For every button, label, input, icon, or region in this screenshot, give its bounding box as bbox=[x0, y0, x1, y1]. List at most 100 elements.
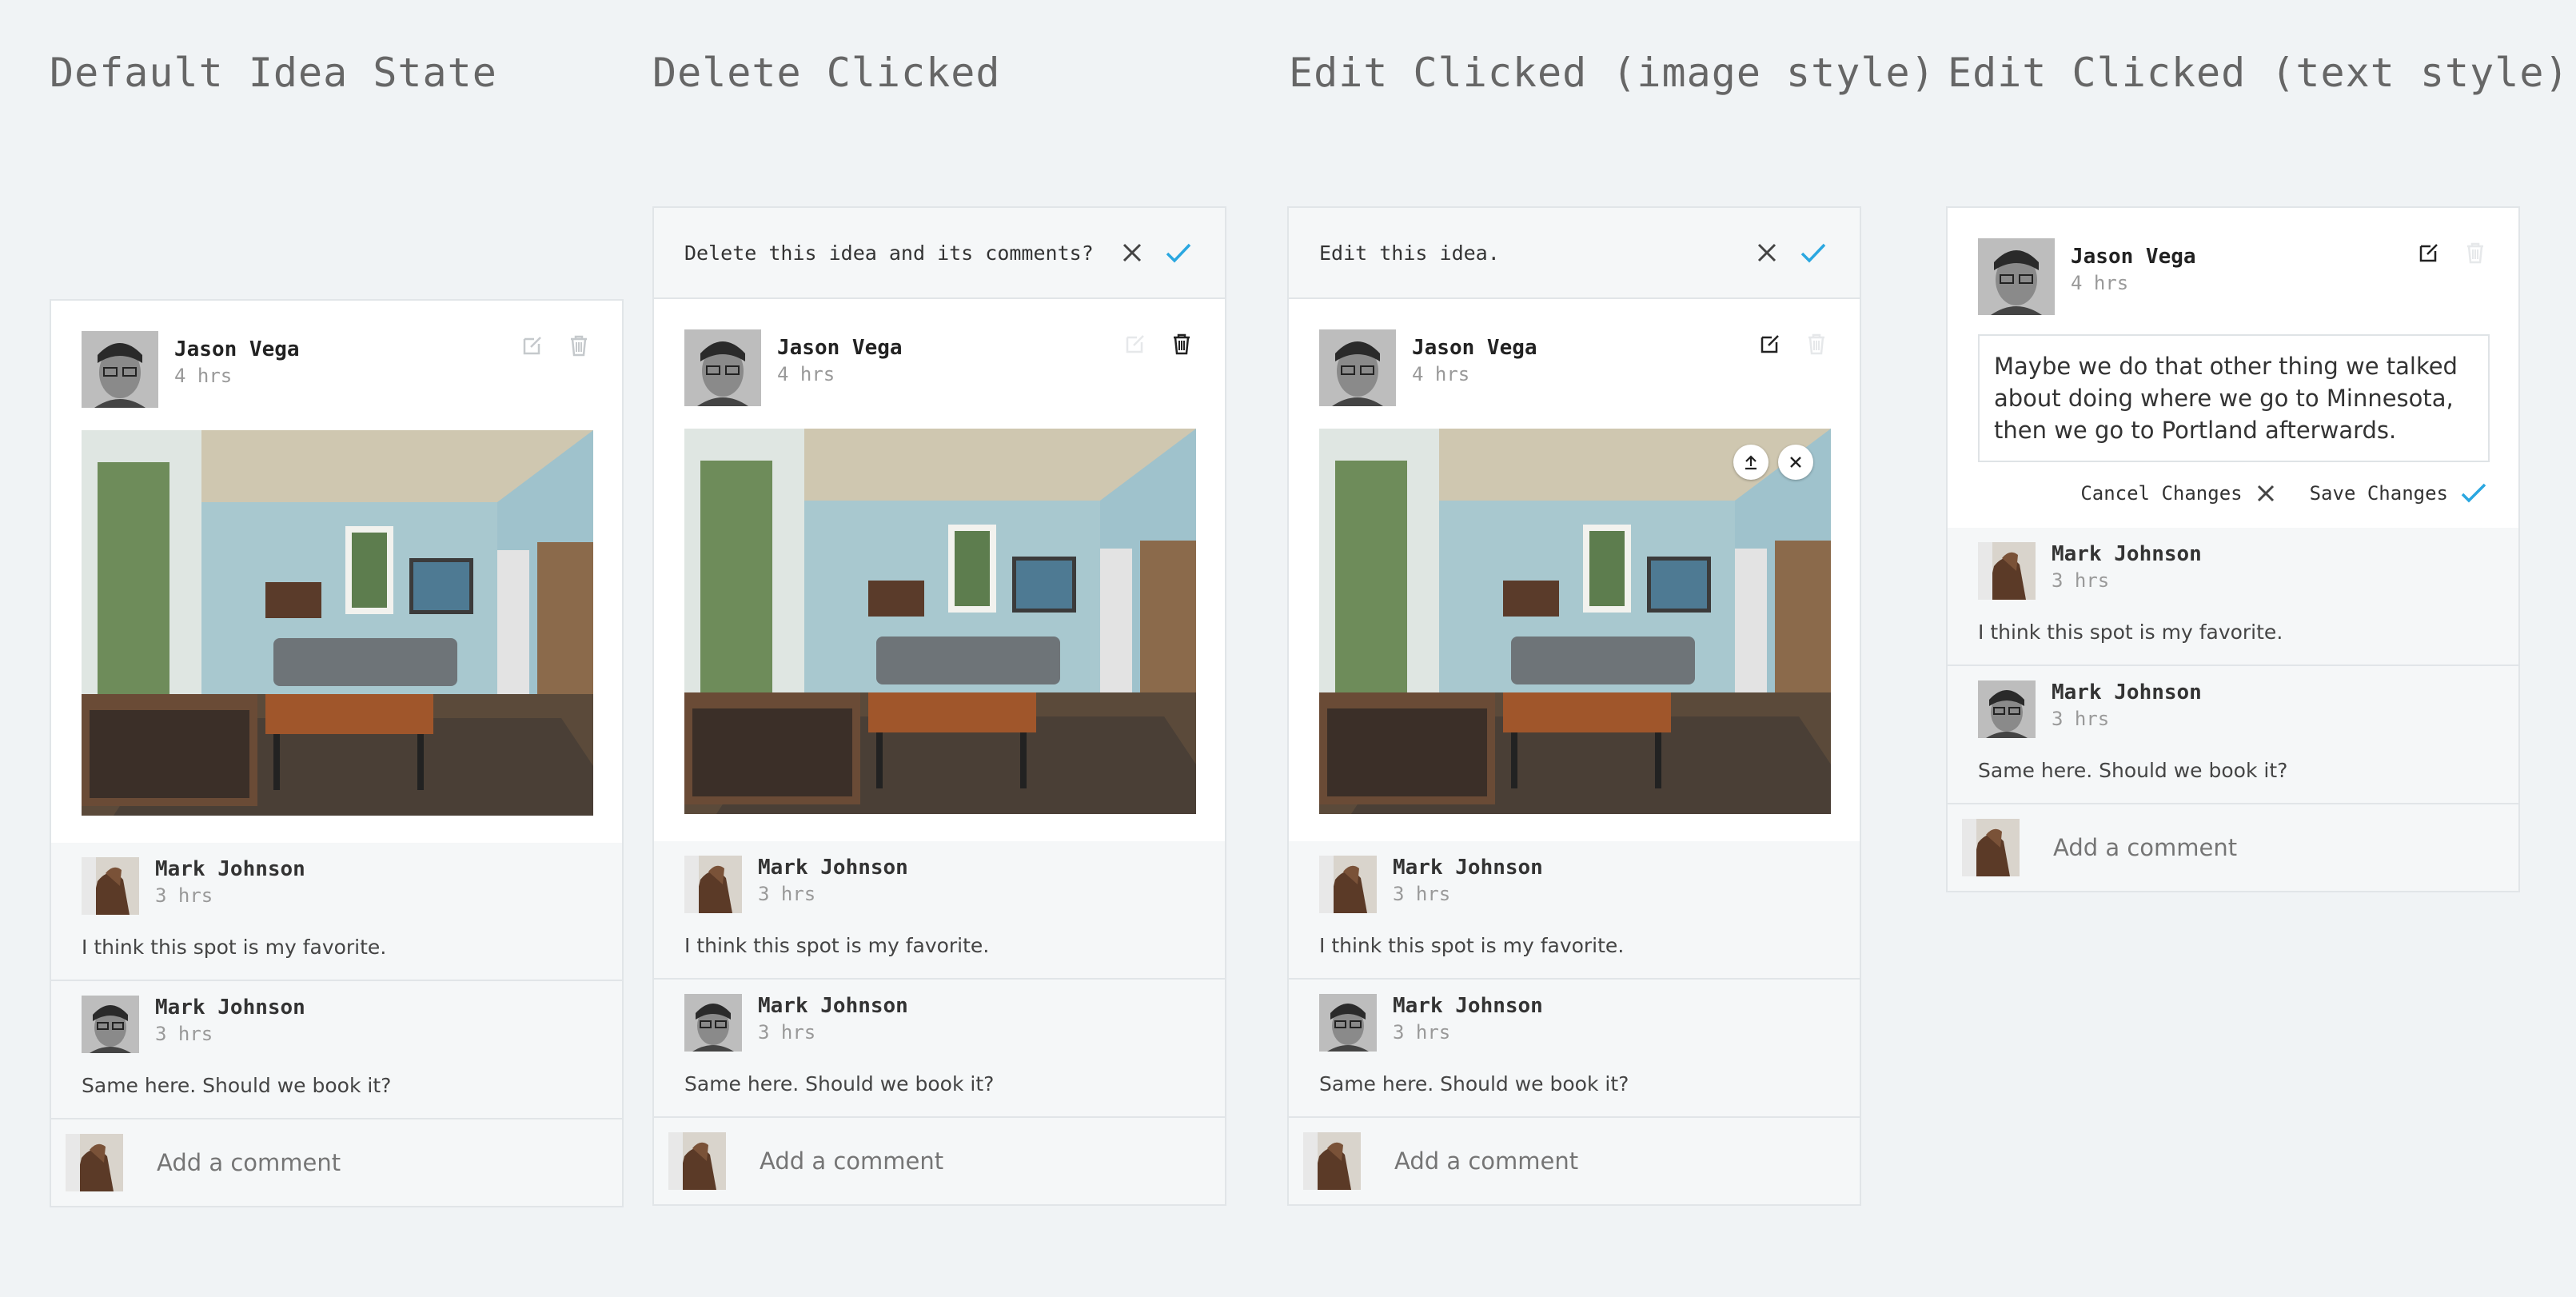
add-comment-input[interactable] bbox=[155, 1148, 574, 1177]
comment: Mark Johnson 3 hrs I think this spot is … bbox=[51, 843, 622, 981]
idea-time: 4 hrs bbox=[777, 363, 835, 385]
upload-icon bbox=[1745, 455, 1757, 470]
avatar bbox=[82, 857, 139, 915]
close-icon bbox=[1790, 457, 1801, 468]
comment-author: Mark Johnson bbox=[758, 994, 908, 1018]
add-comment-input[interactable] bbox=[1393, 1147, 1812, 1175]
comment: Mark Johnson 3 hrs Same here. Should we … bbox=[51, 981, 622, 1119]
idea-author: Jason Vega bbox=[1412, 336, 1537, 360]
comment: Mark Johnson 3 hrs I think this spot is … bbox=[654, 841, 1225, 980]
remove-image-button[interactable] bbox=[1778, 445, 1813, 480]
comment-time: 3 hrs bbox=[155, 1023, 213, 1045]
edit-icon[interactable] bbox=[520, 333, 545, 358]
comment-text: I think this spot is my favorite. bbox=[1319, 934, 1625, 957]
avatar bbox=[1319, 329, 1396, 406]
idea-text-editor[interactable]: Maybe we do that other thing we talked a… bbox=[1978, 334, 2490, 462]
add-comment-row bbox=[1948, 804, 2518, 891]
comment-text: Same here. Should we book it? bbox=[1978, 759, 2288, 782]
comment-author: Mark Johnson bbox=[758, 856, 908, 880]
comment-time: 3 hrs bbox=[1393, 883, 1451, 905]
upload-image-button[interactable] bbox=[1733, 445, 1769, 480]
check-icon[interactable] bbox=[1797, 237, 1829, 269]
avatar bbox=[82, 331, 158, 408]
comment-author: Mark Johnson bbox=[2052, 680, 2202, 704]
idea-image bbox=[684, 429, 1196, 814]
comment-text: I think this spot is my favorite. bbox=[684, 934, 990, 957]
idea-card-edit-image: Edit this idea. Jason Vega 4 hrs Mark Jo… bbox=[1287, 206, 1861, 1206]
edit-icon[interactable] bbox=[2416, 240, 2442, 265]
edit-confirm-bar: Edit this idea. bbox=[1289, 208, 1860, 299]
add-comment-row bbox=[654, 1118, 1225, 1204]
avatar bbox=[684, 329, 761, 406]
add-comment-row bbox=[1289, 1118, 1860, 1204]
idea-time: 4 hrs bbox=[1412, 363, 1470, 385]
column-title-delete: Delete Clicked bbox=[652, 50, 1001, 96]
comment-time: 3 hrs bbox=[758, 883, 816, 905]
avatar bbox=[82, 996, 139, 1053]
comment: Mark Johnson 3 hrs Same here. Should we … bbox=[654, 980, 1225, 1118]
avatar bbox=[1303, 1132, 1361, 1190]
check-icon bbox=[2461, 483, 2486, 503]
comment-text: Same here. Should we book it? bbox=[82, 1074, 392, 1097]
idea-image bbox=[1319, 429, 1831, 814]
edit-confirm-text: Edit this idea. bbox=[1319, 241, 1500, 265]
idea-body: Jason Vega 4 hrs Maybe we do that other … bbox=[1948, 208, 2518, 528]
avatar bbox=[1978, 238, 2055, 315]
comment-time: 3 hrs bbox=[155, 884, 213, 907]
idea-body: Jason Vega 4 hrs bbox=[1289, 299, 1860, 841]
comment-time: 3 hrs bbox=[2052, 708, 2110, 730]
close-icon bbox=[2257, 485, 2274, 502]
comment: Mark Johnson 3 hrs Same here. Should we … bbox=[1289, 980, 1860, 1118]
comment-time: 3 hrs bbox=[2052, 569, 2110, 592]
comment: Mark Johnson 3 hrs I think this spot is … bbox=[1289, 841, 1860, 980]
idea-card-edit-text: Jason Vega 4 hrs Maybe we do that other … bbox=[1946, 206, 2520, 892]
comment-text: I think this spot is my favorite. bbox=[82, 936, 387, 959]
comment-author: Mark Johnson bbox=[1393, 994, 1543, 1018]
comment-time: 3 hrs bbox=[758, 1021, 816, 1044]
comment-text: Same here. Should we book it? bbox=[684, 1072, 995, 1095]
comment-time: 3 hrs bbox=[1393, 1021, 1451, 1044]
comment-author: Mark Johnson bbox=[1393, 856, 1543, 880]
avatar bbox=[1319, 994, 1377, 1052]
avatar bbox=[1962, 819, 2020, 876]
delete-confirm-text: Delete this idea and its comments? bbox=[684, 241, 1094, 265]
close-icon[interactable] bbox=[1751, 237, 1783, 269]
add-comment-input[interactable] bbox=[758, 1147, 1177, 1175]
idea-author: Jason Vega bbox=[777, 336, 903, 360]
column-title-default: Default Idea State bbox=[50, 50, 497, 96]
comment: Mark Johnson 3 hrs Same here. Should we … bbox=[1948, 666, 2518, 804]
avatar bbox=[684, 994, 742, 1052]
cancel-changes-button[interactable]: Cancel Changes bbox=[2080, 481, 2277, 505]
trash-icon[interactable] bbox=[2462, 240, 2488, 265]
edit-icon[interactable] bbox=[1757, 331, 1783, 357]
column-title-edit-image: Edit Clicked (image style) bbox=[1289, 50, 1936, 96]
delete-confirm-bar: Delete this idea and its comments? bbox=[654, 208, 1225, 299]
idea-author: Jason Vega bbox=[2071, 245, 2196, 269]
avatar bbox=[668, 1132, 726, 1190]
comment-text: Same here. Should we book it? bbox=[1319, 1072, 1629, 1095]
save-changes-label: Save Changes bbox=[2309, 482, 2448, 505]
close-icon[interactable] bbox=[1116, 237, 1148, 269]
add-comment-input[interactable] bbox=[2052, 833, 2470, 862]
avatar bbox=[1978, 542, 2036, 600]
idea-card-default: Jason Vega 4 hrs Mark Johnson 3 hrs I th… bbox=[50, 299, 624, 1207]
avatar bbox=[1978, 680, 2036, 738]
idea-image bbox=[82, 430, 593, 816]
add-comment-row bbox=[51, 1119, 622, 1206]
avatar bbox=[684, 856, 742, 913]
avatar bbox=[66, 1134, 123, 1191]
column-title-edit-text: Edit Clicked (text style) bbox=[1948, 50, 2570, 96]
comment-text: I think this spot is my favorite. bbox=[1978, 621, 2283, 644]
comment-author: Mark Johnson bbox=[155, 996, 305, 1020]
edit-icon[interactable] bbox=[1123, 331, 1148, 357]
save-changes-button[interactable]: Save Changes bbox=[2310, 481, 2488, 505]
comment: Mark Johnson 3 hrs I think this spot is … bbox=[1948, 528, 2518, 666]
idea-body: Jason Vega 4 hrs bbox=[654, 299, 1225, 841]
idea-time: 4 hrs bbox=[2071, 272, 2129, 294]
trash-icon[interactable] bbox=[1804, 331, 1829, 357]
trash-icon[interactable] bbox=[1169, 331, 1194, 357]
trash-icon[interactable] bbox=[566, 333, 592, 358]
avatar bbox=[1319, 856, 1377, 913]
check-icon[interactable] bbox=[1162, 237, 1194, 269]
idea-card-delete: Delete this idea and its comments? Jason… bbox=[652, 206, 1226, 1206]
